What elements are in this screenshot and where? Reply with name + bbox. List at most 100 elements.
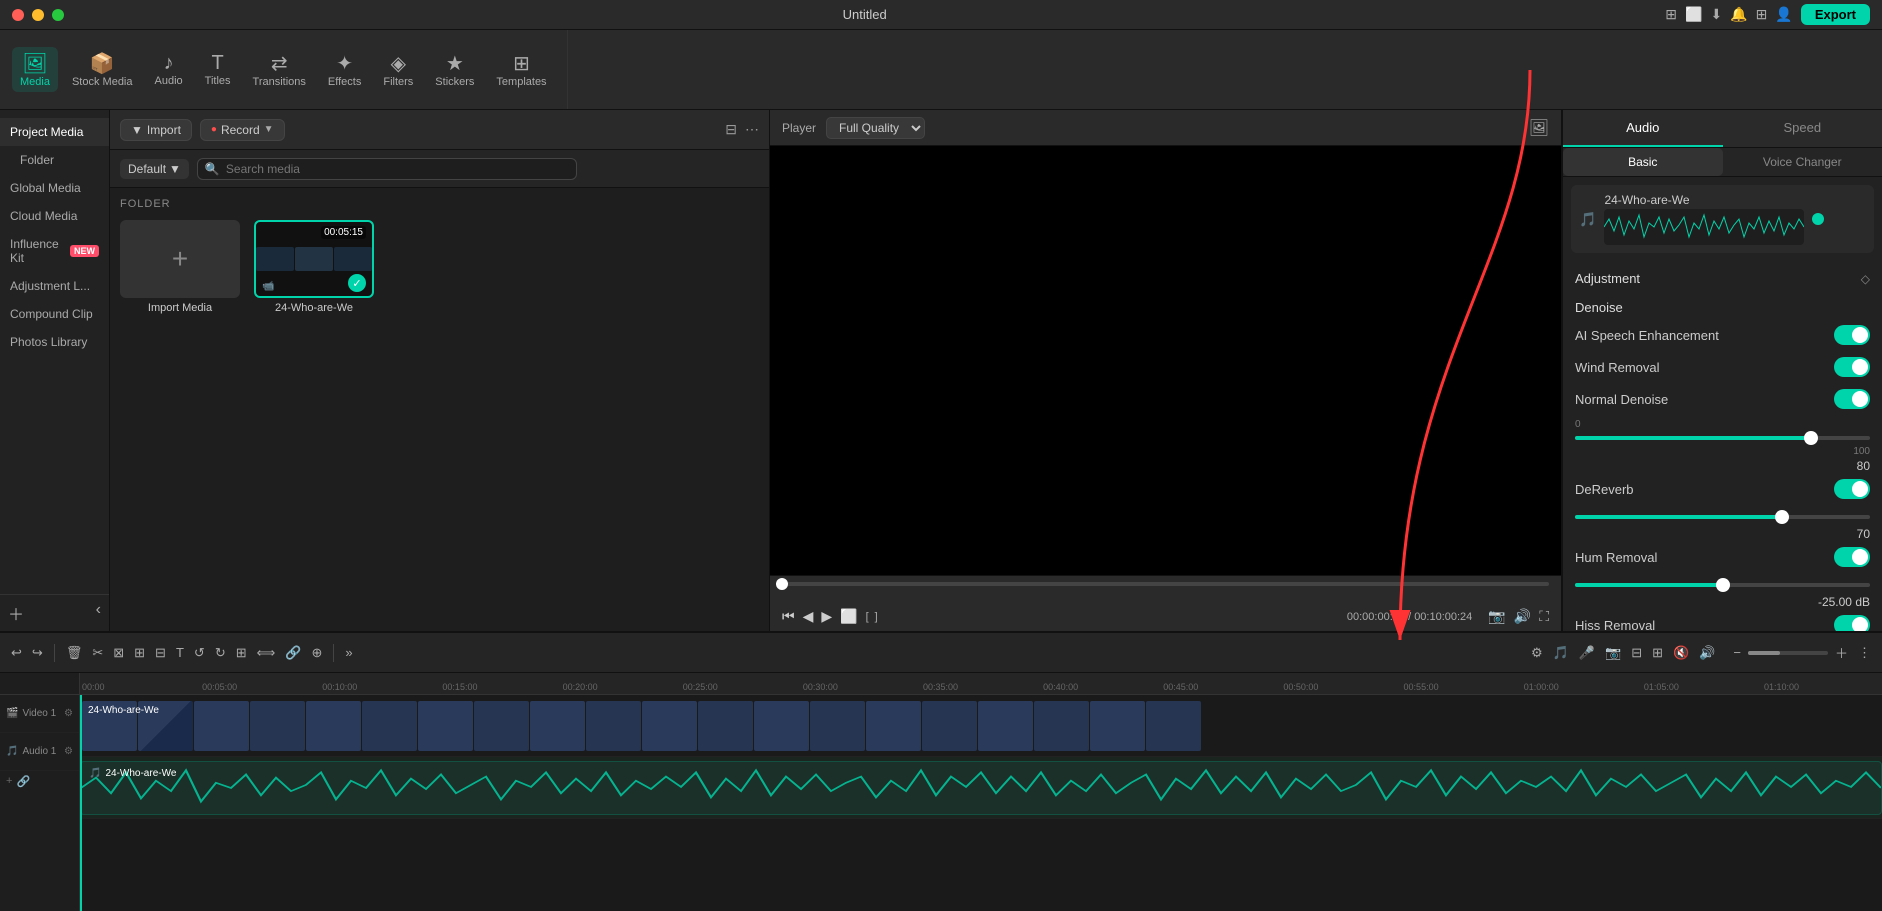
monitor-icon[interactable]: ⊞ <box>1665 6 1677 23</box>
sidebar-item-influence-kit[interactable]: Influence Kit NEW <box>0 230 109 272</box>
grid-icon[interactable]: ⊞ <box>1756 6 1768 23</box>
zoom-slider[interactable] <box>1748 651 1828 655</box>
cut-button[interactable]: ✂ <box>89 642 106 664</box>
download-icon[interactable]: ⬇ <box>1710 6 1722 23</box>
toolbar-effects[interactable]: ✦ Effects <box>320 47 369 92</box>
add-track-icon[interactable]: + <box>6 775 12 788</box>
hum-removal-knob[interactable] <box>1716 578 1730 592</box>
subtab-basic[interactable]: Basic <box>1563 148 1723 176</box>
sidebar-item-adjustment[interactable]: Adjustment L... <box>0 272 109 300</box>
sidebar-item-compound-clip[interactable]: Compound Clip <box>0 300 109 328</box>
toolbar-titles[interactable]: T Titles <box>197 48 239 91</box>
video-clip-thumb[interactable]: 00:05:15 📹 ✓ <box>254 220 374 298</box>
add-media-icon[interactable]: ＋ <box>8 601 24 625</box>
maximize-button[interactable] <box>52 9 64 21</box>
subtab-voice-changer[interactable]: Voice Changer <box>1723 148 1882 176</box>
track-settings-icon[interactable]: ⚙ <box>64 708 73 719</box>
adjustment-expand-icon[interactable]: ◇ <box>1861 272 1870 286</box>
search-input[interactable] <box>197 158 577 180</box>
import-media-thumb[interactable]: + <box>120 220 240 298</box>
video-clip[interactable]: 24-Who-are-We <box>80 699 1882 753</box>
camera-track-button[interactable]: 📷 <box>1602 642 1624 664</box>
link-button[interactable]: 🔗 <box>282 642 304 664</box>
tab-speed[interactable]: Speed <box>1723 110 1882 147</box>
collapse-sidebar-icon[interactable]: ‹ <box>96 601 101 625</box>
loop-button[interactable]: ↺ <box>191 642 208 664</box>
sidebar-item-cloud-media[interactable]: Cloud Media <box>0 202 109 230</box>
close-button[interactable] <box>12 9 24 21</box>
more-tools-button[interactable]: » <box>342 642 355 663</box>
hum-removal-slider[interactable] <box>1575 583 1870 587</box>
toolbar-audio[interactable]: ♪ Audio <box>147 48 191 91</box>
play-button[interactable]: ▶ <box>821 608 832 625</box>
normal-denoise-toggle[interactable] <box>1834 389 1870 409</box>
toolbar-templates[interactable]: ⊞ Templates <box>488 47 554 92</box>
toolbar-media[interactable]: 🖼 Media <box>12 47 58 92</box>
sidebar-item-photos-library[interactable]: Photos Library <box>0 328 109 356</box>
mic-button[interactable]: 🎤 <box>1576 642 1598 664</box>
sidebar-item-project-media[interactable]: Project Media <box>0 118 109 146</box>
rotate-button[interactable]: ↻ <box>212 642 229 664</box>
audio-track-settings-icon[interactable]: ⚙ <box>64 746 73 757</box>
stop-button[interactable]: ⬜ <box>840 608 857 625</box>
toolbar-transitions[interactable]: ⇄ Transitions <box>245 47 314 92</box>
export-button[interactable]: Export <box>1801 4 1870 25</box>
split-button[interactable]: ⊟ <box>152 642 169 664</box>
trim-button[interactable]: ⊠ <box>110 642 127 664</box>
split-track-button[interactable]: ⊞ <box>1649 642 1666 664</box>
dereverb-slider[interactable] <box>1575 515 1870 519</box>
timeline-settings-button[interactable]: ⚙ <box>1528 642 1546 664</box>
bell-icon[interactable]: 🔔 <box>1730 6 1747 23</box>
snapshot-icon[interactable]: 📷 <box>1488 608 1505 625</box>
default-sort-button[interactable]: Default ▼ <box>120 159 189 179</box>
fit-button[interactable]: ⊞ <box>233 642 250 664</box>
dereverb-knob[interactable] <box>1775 510 1789 524</box>
in-point-icon[interactable]: [ <box>866 611 869 623</box>
play-back-button[interactable]: ◀ <box>803 608 814 625</box>
volume-icon[interactable]: 🔊 <box>1514 608 1531 625</box>
mute-button[interactable]: 🔇 <box>1670 642 1692 664</box>
playhead[interactable] <box>80 695 82 911</box>
sidebar-item-global-media[interactable]: Global Media <box>0 174 109 202</box>
toolbar-filters[interactable]: ◈ Filters <box>375 47 421 92</box>
timeline-more-button[interactable]: ⋮ <box>1855 642 1874 664</box>
toolbar-stickers[interactable]: ★ Stickers <box>427 47 482 92</box>
hiss-removal-toggle[interactable] <box>1834 615 1870 631</box>
import-media-item[interactable]: + Import Media <box>120 220 240 314</box>
import-button[interactable]: ▼ Import <box>120 119 192 141</box>
tab-audio[interactable]: Audio <box>1563 110 1723 147</box>
flip-button[interactable]: ⟺ <box>254 642 279 664</box>
zoom-out-button[interactable]: − <box>1730 642 1744 663</box>
toolbar-stock[interactable]: 📦 Stock Media <box>64 47 141 92</box>
minimize-button[interactable] <box>32 9 44 21</box>
progress-thumb[interactable] <box>776 578 788 590</box>
progress-bar[interactable] <box>782 582 1549 586</box>
link-track-icon[interactable]: 🔗 <box>16 775 30 788</box>
player-screenshot-icon[interactable]: 🖼 <box>1529 118 1549 138</box>
zoom-in-button[interactable]: ＋ <box>1832 640 1851 665</box>
collapse-track-button[interactable]: ⊟ <box>1628 642 1645 664</box>
video-clip-item[interactable]: 00:05:15 📹 ✓ 24-Who-are-We <box>254 220 374 314</box>
audio-clip[interactable]: 🎵 24-Who-are-We <box>80 761 1882 815</box>
avatar[interactable]: 👤 <box>1775 6 1792 23</box>
audio-track-button[interactable]: 🎵 <box>1550 642 1572 664</box>
camera-icon[interactable]: ⬜ <box>1685 6 1702 23</box>
quality-select[interactable]: Full Quality 1/2 Quality 1/4 Quality <box>826 117 925 139</box>
normal-denoise-slider[interactable] <box>1575 436 1870 440</box>
redo-button[interactable]: ↪ <box>29 642 46 664</box>
normal-denoise-knob[interactable] <box>1804 431 1818 445</box>
record-button[interactable]: ● Record ▼ <box>200 119 285 141</box>
out-point-icon[interactable]: ] <box>875 611 878 623</box>
hum-removal-toggle[interactable] <box>1834 547 1870 567</box>
fullscreen-icon[interactable]: ⛶ <box>1539 608 1549 625</box>
crop-button[interactable]: ⊞ <box>131 642 148 664</box>
dereverb-toggle[interactable] <box>1834 479 1870 499</box>
ai-speech-toggle[interactable] <box>1834 325 1870 345</box>
skip-back-button[interactable]: ⏮ <box>782 608 795 625</box>
wind-removal-toggle[interactable] <box>1834 357 1870 377</box>
delete-button[interactable]: 🗑 <box>63 642 86 664</box>
unmute-button[interactable]: 🔊 <box>1696 642 1718 664</box>
undo-button[interactable]: ↩ <box>8 642 25 664</box>
zoom-button[interactable]: ⊕ <box>308 642 325 664</box>
more-icon[interactable]: ⋯ <box>745 121 759 138</box>
